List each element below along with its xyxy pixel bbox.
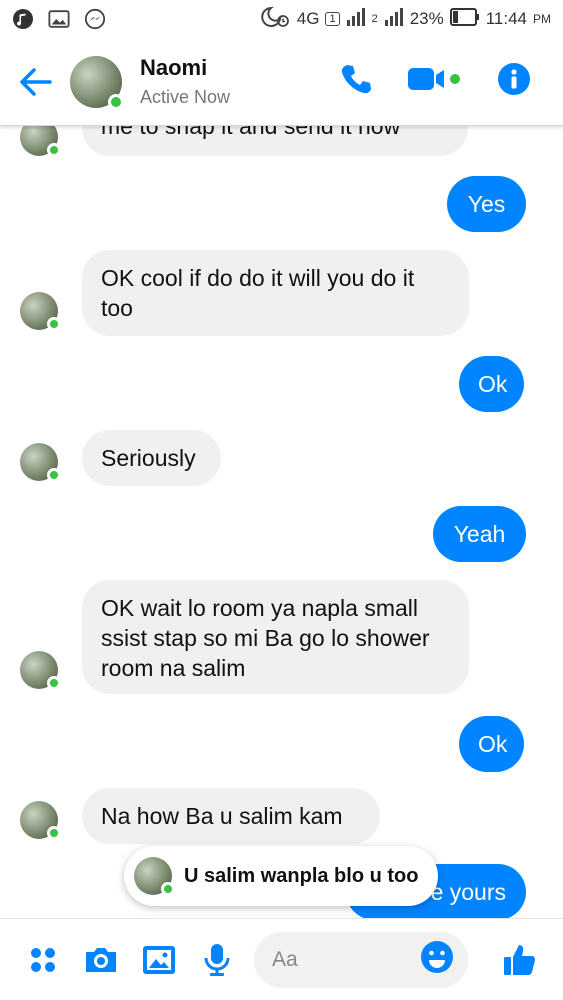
contact-status: Active Now	[140, 87, 231, 107]
video-camera-icon	[408, 68, 460, 90]
alarm-icon	[260, 6, 291, 33]
image-icon	[143, 945, 175, 974]
phone-icon	[341, 65, 371, 94]
contact-title[interactable]: Naomi Active Now	[140, 55, 230, 108]
message-bubble-incoming[interactable]: Seriously	[82, 430, 221, 486]
sim2-label: 2	[371, 13, 378, 25]
toast-avatar	[134, 857, 175, 896]
message-bubble-incoming[interactable]: me to snap it and send it now	[82, 126, 468, 156]
message-list[interactable]: me to snap it and send it now Yes OK coo…	[0, 126, 563, 918]
contact-avatar[interactable]	[70, 55, 124, 110]
clock-ampm: PM	[533, 12, 551, 26]
message-bubble-outgoing[interactable]: Ok	[459, 356, 524, 412]
sender-avatar	[20, 651, 61, 690]
battery-icon	[449, 7, 480, 31]
message-input[interactable]	[272, 947, 402, 972]
message-bubble-incoming[interactable]: OK wait lo room ya napla small ssist sta…	[82, 580, 469, 694]
sender-avatar	[20, 126, 61, 157]
signal-icon-2	[384, 7, 404, 32]
voice-record-button[interactable]	[188, 943, 246, 977]
thumbs-up-icon	[504, 944, 535, 975]
like-button[interactable]	[491, 942, 549, 978]
network-type: 4G	[296, 9, 320, 28]
microphone-icon	[204, 943, 230, 976]
online-dot	[108, 93, 124, 110]
sender-avatar	[20, 292, 61, 331]
more-options-button[interactable]	[14, 945, 72, 975]
clock-time: 11:44	[485, 9, 527, 28]
message-bubble-outgoing[interactable]: Yeah	[433, 506, 526, 562]
message-bubble-incoming[interactable]: OK cool if do do it will you do it too	[82, 250, 469, 336]
music-icon	[12, 8, 34, 30]
video-call-button[interactable]	[407, 64, 463, 99]
sim1-badge: 1	[325, 12, 340, 26]
contact-name: Naomi	[140, 55, 208, 80]
message-composer	[0, 918, 563, 1000]
new-message-toast[interactable]: U salim wanpla blo u too	[124, 846, 438, 906]
phone-call-button[interactable]	[339, 62, 373, 101]
info-icon	[498, 63, 530, 95]
messenger-icon	[84, 8, 106, 30]
battery-percent: 23%	[409, 9, 444, 28]
info-button[interactable]	[497, 62, 531, 101]
signal-icon	[346, 7, 366, 32]
smiley-icon	[421, 941, 453, 973]
camera-icon	[86, 947, 116, 972]
status-bar: 4G 1 2 23% 11:44 PM	[0, 0, 563, 38]
grid-dots-icon	[31, 947, 55, 972]
camera-button[interactable]	[72, 945, 130, 975]
gallery-button[interactable]	[130, 944, 188, 976]
message-bubble-outgoing[interactable]: Yes	[447, 176, 526, 232]
emoji-button[interactable]	[420, 940, 454, 979]
arrow-left-icon	[20, 67, 52, 96]
back-button[interactable]	[0, 67, 70, 97]
sender-avatar	[20, 801, 61, 840]
toast-message-text: U salim wanpla blo u too	[184, 864, 419, 887]
sender-avatar	[20, 443, 61, 482]
message-bubble-incoming[interactable]: Na how Ba u salim kam	[82, 788, 380, 844]
gallery-icon	[48, 8, 70, 30]
message-input-container[interactable]	[254, 931, 468, 988]
message-bubble-outgoing[interactable]: Ok	[459, 716, 524, 772]
conversation-header: Naomi Active Now	[0, 38, 563, 126]
